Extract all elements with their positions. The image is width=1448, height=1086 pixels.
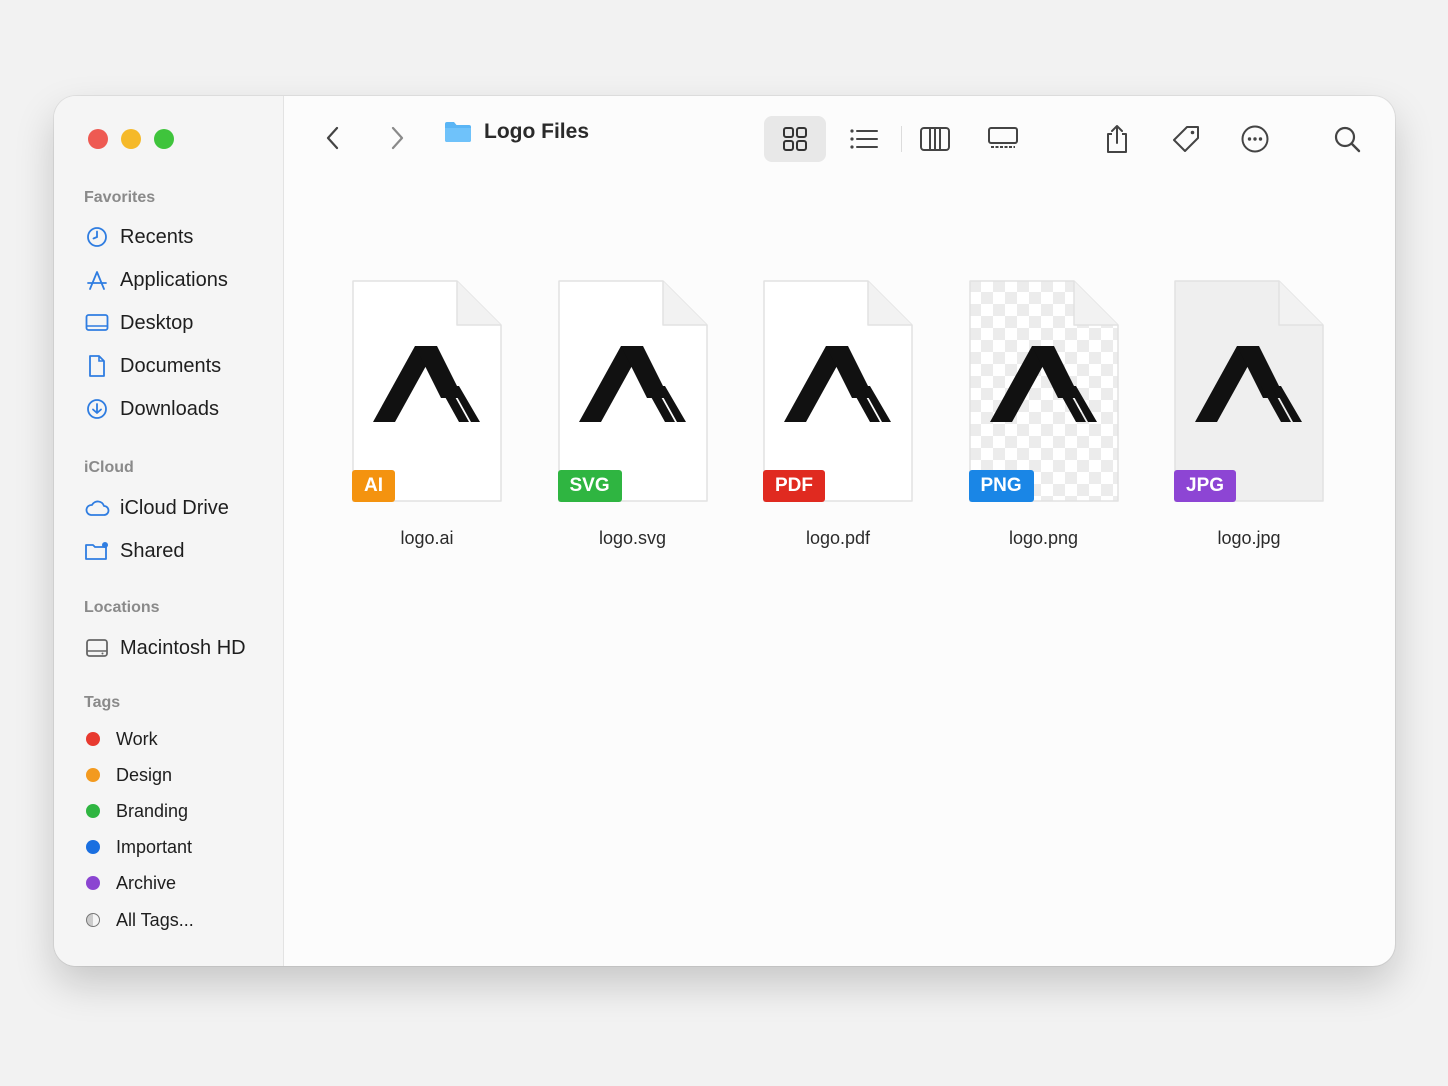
back-button[interactable] [318,122,348,154]
tag-color-dot [86,804,100,818]
search-button[interactable] [1324,116,1370,162]
more-actions-button[interactable] [1232,116,1278,162]
file-thumbnail: PDF [763,280,913,502]
sidebar-item-label: Shared [120,539,185,562]
zoom-button[interactable] [154,129,174,149]
column-view-icon [920,127,950,151]
applications-icon [84,267,110,293]
locations-section-title: Locations [84,599,160,616]
file-item[interactable]: PDF logo.pdf [743,280,933,549]
toolbar: Logo Files [284,96,1395,182]
window-title-text: Logo Files [484,120,589,143]
tag-label: Design [116,764,173,785]
share-button[interactable] [1094,116,1140,162]
tag-label: Archive [116,872,177,893]
tag-color-dot [86,840,100,854]
file-type-badge: JPG [1174,470,1237,502]
sidebar-tag-design[interactable]: Design [86,760,172,790]
sidebar-item-applications[interactable]: Applications [84,263,228,297]
shared-folder-icon [84,538,110,564]
tag-color-dot [86,732,100,746]
file-thumbnail: AI [352,280,502,502]
file-type-badge: PNG [968,470,1034,502]
file-item[interactable]: PNG logo.png [949,280,1139,549]
chevron-left-icon [326,126,339,150]
gallery-view-button[interactable] [980,116,1026,162]
file-type-badge: SVG [557,470,622,502]
hard-drive-icon [84,635,110,661]
folder-icon [445,122,471,142]
tag-label: Branding [116,800,189,821]
sidebar-item-downloads[interactable]: Downloads [84,392,219,426]
window-title: Logo Files [444,120,589,144]
grid-view-icon [783,127,807,151]
column-view-button[interactable] [912,116,958,162]
tag-label: Work [116,728,158,749]
sidebar-item-label: Recents [120,225,194,248]
file-thumbnail: JPG [1174,280,1324,502]
icon-view-button[interactable] [764,116,826,162]
file-item[interactable]: JPG logo.jpg [1154,280,1344,549]
sidebar-item-label: Applications [120,268,228,291]
icloud-section-title: iCloud [84,459,134,476]
file-name: logo.svg [598,528,667,548]
sidebar-item-documents[interactable]: Documents [84,349,221,383]
list-view-button[interactable] [841,116,887,162]
tag-label: Important [116,836,193,857]
document-icon [84,353,110,379]
file-thumbnail: PNG [968,280,1119,502]
sidebar-item-recents[interactable]: Recents [84,220,193,254]
file-name: logo.png [1008,528,1079,548]
download-icon [84,396,110,422]
file-item[interactable]: SVG logo.svg [538,280,728,549]
tag-label: All Tags... [116,909,194,930]
sidebar-item-shared[interactable]: Shared [84,534,185,568]
forward-button[interactable] [382,122,412,154]
toolbar-separator [901,126,902,152]
desktop-icon [84,310,110,336]
sidebar-item-label: Macintosh HD [120,636,246,659]
share-icon [1107,125,1127,153]
file-thumbnail: SVG [557,280,708,502]
close-button[interactable] [88,129,108,149]
sidebar-item-label: Downloads [120,397,219,420]
sidebar-tag-branding[interactable]: Branding [86,796,188,826]
file-name: logo.pdf [805,528,871,548]
tag-icon [1173,126,1199,152]
gallery-view-icon [988,127,1018,148]
minimize-button[interactable] [121,129,141,149]
file-item[interactable]: AI logo.ai [332,280,522,549]
tags-section-title: Tags [84,694,121,711]
sidebar-item-icloud-drive[interactable]: iCloud Drive [84,491,229,525]
window-controls [88,129,174,149]
chevron-right-icon [391,126,404,150]
sidebar-item-label: Documents [120,354,222,377]
cloud-icon [84,495,110,521]
sidebar-tag-important[interactable]: Important [86,832,192,862]
sidebar-tag-work[interactable]: Work [86,724,158,754]
list-view-icon [850,129,878,149]
clock-icon [84,224,110,250]
file-name: logo.jpg [1217,528,1281,548]
file-type-badge: AI [352,470,395,502]
file-type-badge: PDF [763,470,825,502]
file-name: logo.ai [400,528,454,548]
search-icon [1334,126,1361,153]
sidebar-item-macintosh-hd[interactable]: Macintosh HD [84,631,246,665]
tag-color-dot [86,768,100,782]
sidebar-item-label: iCloud Drive [120,496,229,519]
sidebar-tag-archive[interactable]: Archive [86,868,176,898]
sidebar-tag-all-tags[interactable]: All Tags... [86,905,194,935]
ellipsis-circle-icon [1241,125,1269,153]
finder-window: Favorites Recents Applications Desktop D… [54,96,1395,966]
sidebar-item-label: Desktop [120,311,194,334]
sidebar-item-desktop[interactable]: Desktop [84,306,193,340]
tag-button[interactable] [1163,116,1209,162]
tag-color-dot [86,876,100,890]
favorites-section-title: Favorites [84,189,156,206]
sidebar: Favorites Recents Applications Desktop D… [54,96,284,966]
all-tags-icon [86,913,100,927]
